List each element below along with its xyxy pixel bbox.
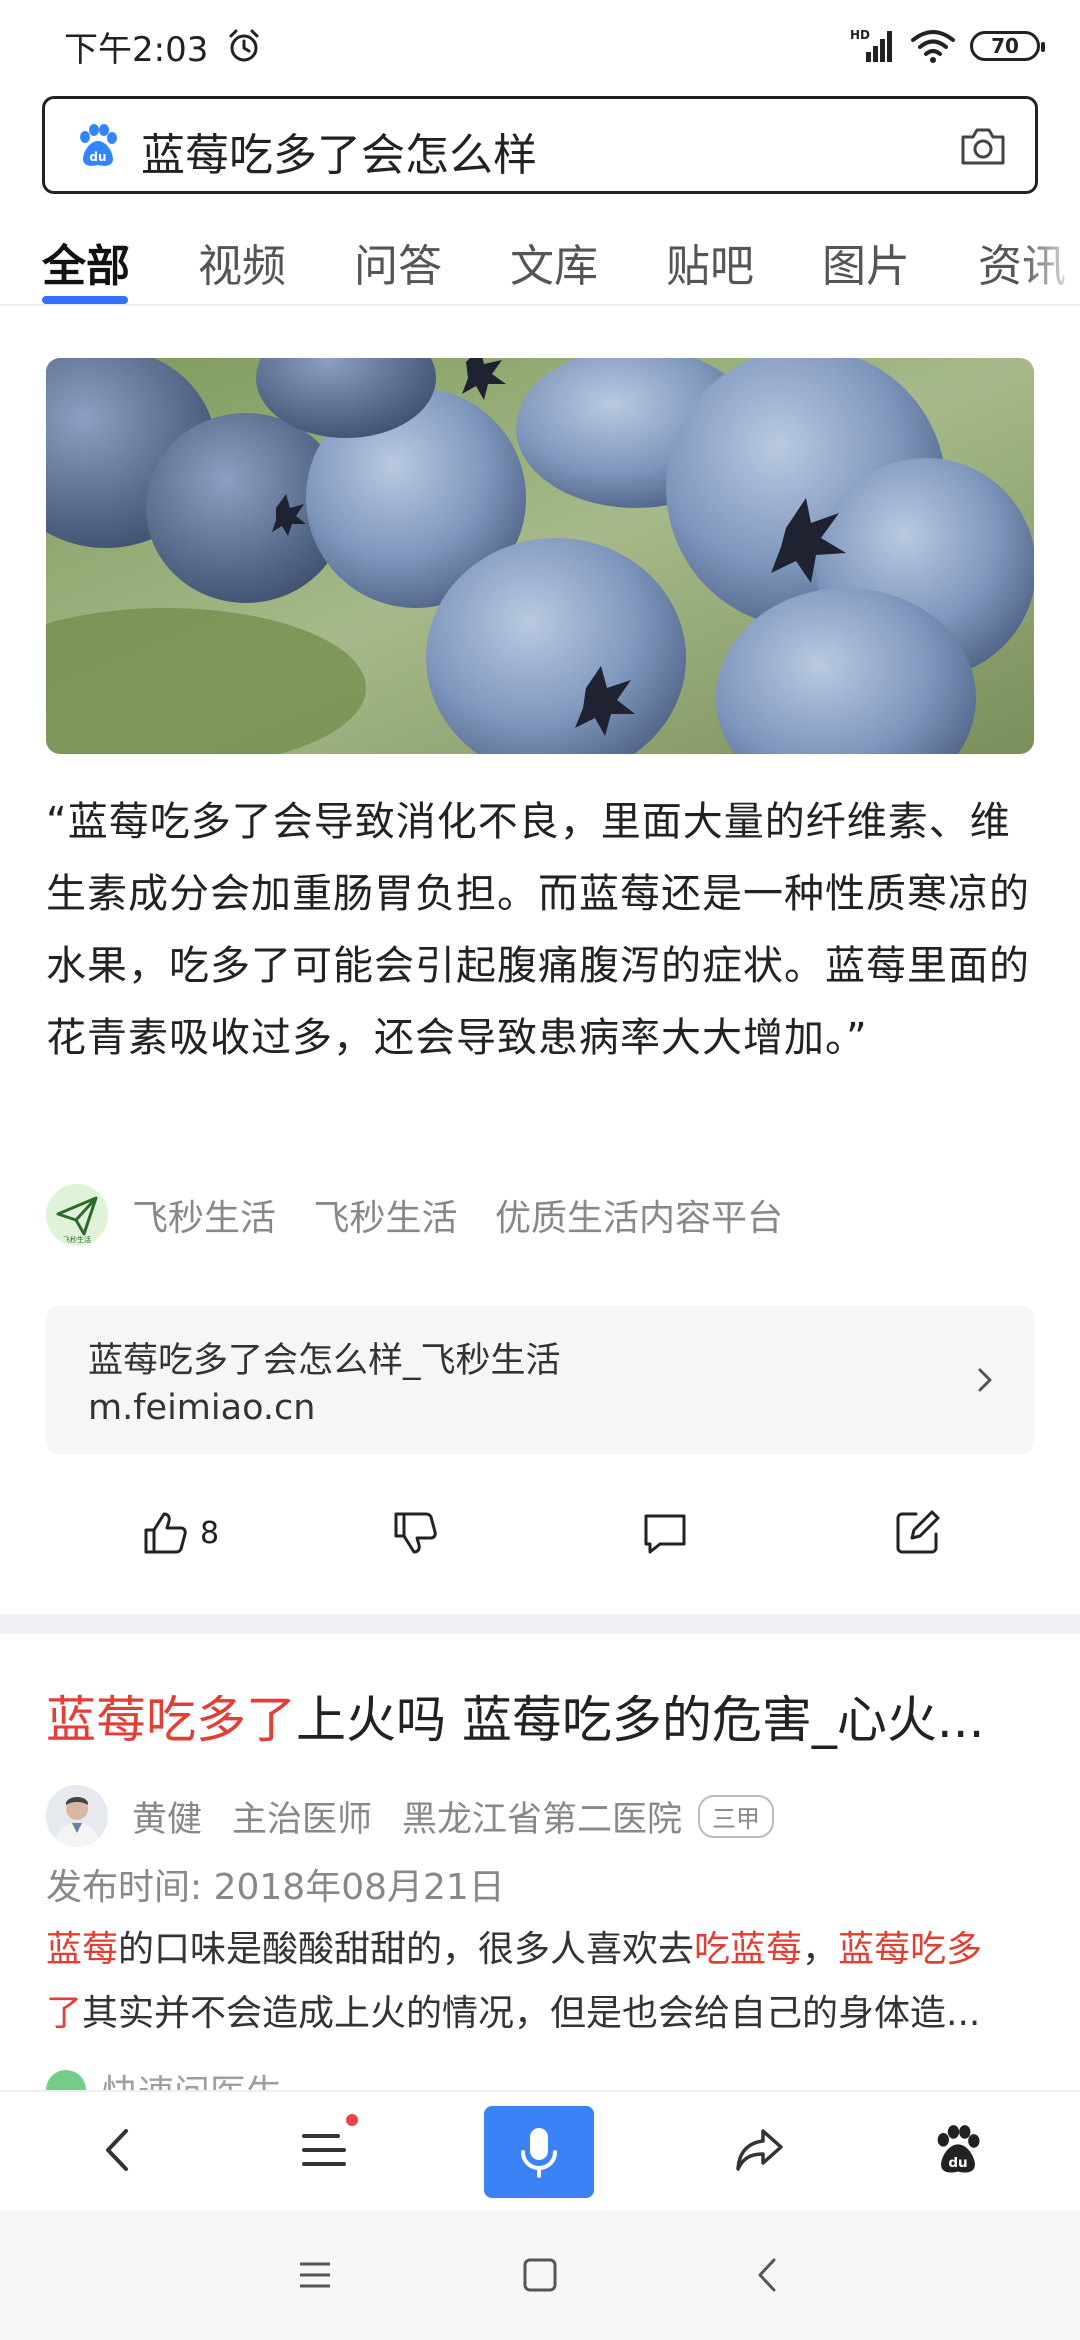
svg-text:du: du	[948, 2155, 967, 2171]
like-count: 8	[200, 1515, 220, 1551]
search-category-tabs: 全部 视频 问答 文库 贴吧 图片 资讯	[0, 220, 1080, 306]
comment-button[interactable]	[640, 1506, 690, 1560]
active-tab-indicator	[42, 296, 128, 304]
browser-toolbar: du	[0, 2090, 1080, 2208]
result-title-highlight: 蓝莓吃多了	[46, 1691, 296, 1749]
microphone-icon	[521, 2128, 557, 2178]
share-icon	[736, 2129, 783, 2171]
doctor-name: 黄健	[132, 1799, 203, 1840]
search-input[interactable]: 蓝莓吃多了会怎么样	[141, 119, 537, 183]
system-back-icon	[758, 2258, 776, 2292]
home-square-icon	[523, 2258, 557, 2292]
publish-date: 发布时间: 2018年08月21日	[46, 1867, 505, 1908]
battery-icon: 70	[970, 31, 1045, 61]
baidu-paw-icon: du	[937, 2125, 980, 2173]
menu-button[interactable]	[284, 2110, 364, 2190]
cell-signal-icon: HD	[850, 28, 896, 64]
like-button[interactable]: 8	[140, 1506, 219, 1560]
alarm-clock-icon	[229, 29, 259, 62]
thumbs-up-icon	[144, 1512, 187, 1554]
feedback-actions: 8	[0, 1492, 1080, 1572]
system-back-button[interactable]	[742, 2250, 792, 2300]
wifi-icon	[911, 30, 955, 63]
hospital-grade-badge: 三甲	[698, 1794, 775, 1838]
notification-dot	[346, 2114, 358, 2126]
edit-icon	[896, 1510, 940, 1554]
system-nav-bar	[0, 2210, 1080, 2340]
battery-level: 70	[991, 34, 1019, 58]
source-link-card[interactable]: 蓝莓吃多了会怎么样_飞秒生活 m.feimiao.cn	[46, 1306, 1034, 1454]
tab-qa[interactable]: 问答	[354, 230, 442, 294]
recent-apps-icon	[300, 2262, 330, 2288]
doctor-title: 主治医师	[232, 1799, 373, 1840]
result-title-rest: 上火吗 蓝莓吃多的危害_心火...	[296, 1691, 985, 1749]
source-name[interactable]: 飞秒生活	[132, 1198, 276, 1239]
status-icons: HD 70	[850, 26, 1045, 66]
recent-apps-button[interactable]	[290, 2250, 340, 2300]
tab-images[interactable]: 图片	[822, 230, 910, 294]
snippet-line-2: 了其实并不会造成上火的情况，但是也会给自己的身体造...	[46, 1993, 981, 2034]
source-link-title: 蓝莓吃多了会怎么样_飞秒生活	[88, 1341, 561, 1381]
tabs-fade-overlay	[1020, 220, 1080, 304]
blueberry-hero-image[interactable]	[46, 358, 1034, 754]
chevron-right-icon	[978, 1368, 992, 1392]
source-link-url: m.feimiao.cn	[88, 1388, 316, 1428]
baidu-home-button[interactable]: du	[918, 2110, 998, 2190]
source-description: 优质生活内容平台	[494, 1198, 783, 1239]
tab-all[interactable]: 全部	[42, 230, 130, 294]
tab-video[interactable]: 视频	[198, 230, 286, 294]
feimiao-logo: 飞秒生活	[46, 1184, 108, 1246]
feimiao-logo-text: 飞秒生活	[63, 1235, 91, 1244]
dislike-button[interactable]	[390, 1506, 440, 1560]
featured-snippet-text: “蓝莓吃多了会导致消化不良，里面大量的纤维素、维生素成分会加重肠胃负担。而蓝莓还…	[46, 799, 1030, 1061]
search-bar[interactable]: du 蓝莓吃多了会怎么样	[42, 96, 1038, 194]
voice-search-button[interactable]	[484, 2106, 594, 2198]
share-button[interactable]	[720, 2110, 800, 2190]
hospital-name: 黑龙江省第二医院	[402, 1799, 683, 1840]
svg-text:du: du	[89, 150, 106, 164]
status-time: 下午2:03	[64, 30, 209, 70]
camera-icon[interactable]	[959, 123, 1007, 169]
baidu-paw-icon: du	[80, 124, 117, 166]
tab-wenku[interactable]: 文库	[510, 230, 598, 294]
author-row[interactable]: 黄健 主治医师 黑龙江省第二医院 三甲	[46, 1784, 804, 1848]
source-row[interactable]: 飞秒生活 飞秒生活 飞秒生活 优质生活内容平台	[46, 1184, 809, 1246]
snippet-line-1: 蓝莓的口味是酸酸甜甜的，很多人喜欢去吃蓝莓，蓝莓吃多	[46, 1929, 983, 1970]
source-author: 飞秒生活	[313, 1198, 458, 1239]
home-button[interactable]	[515, 2250, 565, 2300]
status-bar: 下午2:03 HD 70	[0, 0, 1080, 90]
comment-icon	[644, 1514, 686, 1554]
result-snippet: 蓝莓的口味是酸酸甜甜的，很多人喜欢去吃蓝莓，蓝莓吃多 了其实并不会造成上火的情况…	[46, 1918, 1036, 2046]
back-arrow-icon	[106, 2129, 128, 2171]
result-title-link[interactable]: 蓝莓吃多了上火吗 蓝莓吃多的危害_心火...	[46, 1680, 1036, 1752]
section-divider	[0, 1614, 1080, 1634]
menu-icon	[302, 2134, 346, 2166]
back-button[interactable]	[78, 2110, 158, 2190]
tab-tieba[interactable]: 贴吧	[666, 230, 754, 294]
edit-button[interactable]	[892, 1506, 942, 1560]
doctor-avatar	[46, 1785, 108, 1847]
thumbs-down-icon	[394, 1512, 437, 1554]
